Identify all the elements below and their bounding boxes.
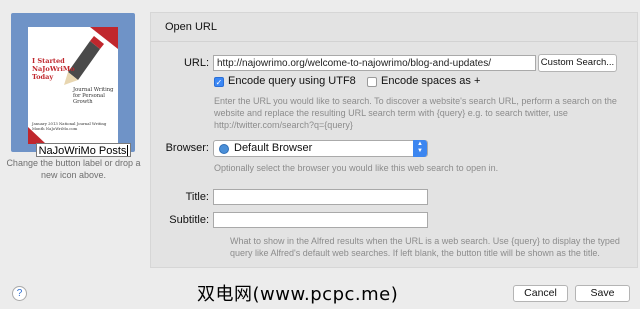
button-label-field[interactable]: NaJoWriMo Posts: [36, 143, 131, 157]
workflow-icon-image: I Started NaJoWriMo Today Journal Writin…: [28, 27, 118, 144]
text-caret: [127, 145, 129, 156]
title-input[interactable]: [213, 189, 428, 205]
watermark-text: 双电网(www.pcpc.me): [197, 284, 399, 305]
browser-hint: Optionally select the browser you would …: [214, 163, 499, 173]
subtitle-input[interactable]: [213, 212, 428, 228]
encode-utf8-checkbox[interactable]: ✓: [214, 77, 224, 87]
icon-subtitle-text: Journal Writing for Personal Growth: [73, 87, 114, 106]
results-hint: What to show in the Alfred results when …: [230, 236, 620, 258]
button-label-value: NaJoWriMo Posts: [38, 145, 127, 157]
custom-search-button[interactable]: Custom Search...: [538, 54, 617, 72]
icon-footer-text: January 2013 National Journal Writing Mo…: [32, 121, 107, 131]
url-hint: Enter the URL you would like to search. …: [214, 96, 617, 130]
icon-pane: I Started NaJoWriMo Today Journal Writin…: [0, 0, 141, 309]
select-arrows-icon: ▲ ▼: [413, 140, 427, 157]
url-input[interactable]: http://najowrimo.org/welcome-to-najowrim…: [213, 55, 536, 71]
help-button[interactable]: ?: [12, 286, 27, 301]
open-url-panel: Open URL URL: http://najowrimo.org/welco…: [150, 12, 638, 268]
encode-spaces-checkbox[interactable]: [367, 77, 377, 87]
browser-selected-value: Default Browser: [234, 142, 313, 154]
title-divider: [151, 41, 637, 42]
cancel-button[interactable]: Cancel: [513, 285, 568, 302]
icon-help-text: Change the button label or drop a new ic…: [6, 158, 141, 180]
browser-label: Browser:: [165, 142, 209, 154]
title-label: Title:: [185, 191, 209, 203]
icon-title-text: I Started NaJoWriMo Today: [32, 57, 75, 81]
safari-compass-icon: [219, 144, 229, 154]
panel-title: Open URL: [165, 21, 217, 33]
url-label: URL:: [183, 57, 209, 69]
icon-drop-well[interactable]: I Started NaJoWriMo Today Journal Writin…: [11, 13, 135, 157]
encode-spaces-label: Encode spaces as +: [381, 75, 481, 87]
browser-select[interactable]: Default Browser ▲ ▼: [213, 140, 428, 157]
encode-utf8-label: Encode query using UTF8: [228, 75, 356, 87]
save-button[interactable]: Save: [575, 285, 630, 302]
subtitle-label: Subtitle:: [169, 214, 209, 226]
